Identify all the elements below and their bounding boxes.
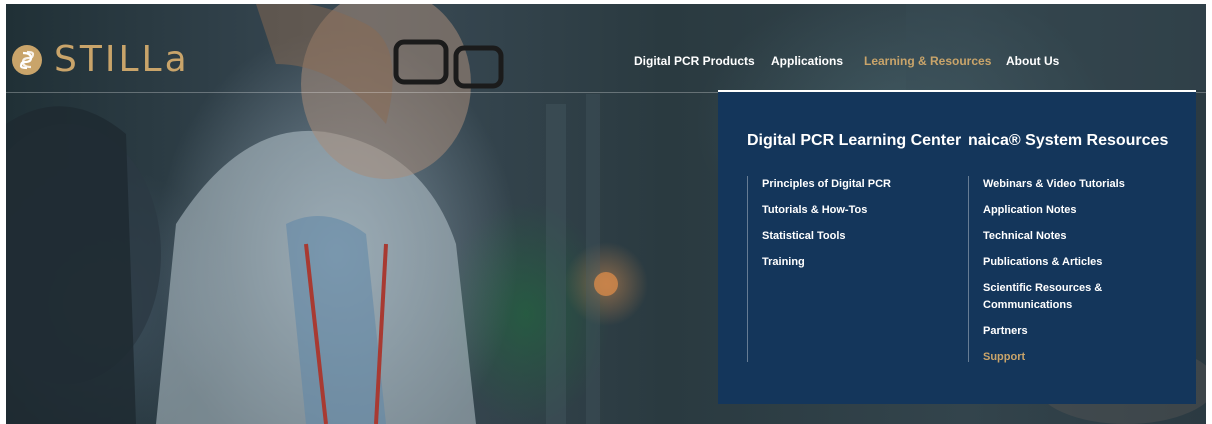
nav-item-about-us[interactable]: About Us <box>1006 54 1059 68</box>
link-statistical-tools[interactable]: Statistical Tools <box>762 228 846 245</box>
nav-item-learning-resources[interactable]: Learning & Resources <box>864 54 991 68</box>
link-application-notes[interactable]: Application Notes <box>983 202 1077 219</box>
learning-center-links: Principles of Digital PCR Tutorials & Ho… <box>747 176 948 362</box>
link-publications-articles[interactable]: Publications & Articles <box>983 254 1102 271</box>
link-scientific-resources[interactable]: Scientific Resources & Communications <box>983 280 1133 314</box>
system-resources-title[interactable]: naica® System Resources <box>968 132 1168 150</box>
nav-item-applications[interactable]: Applications <box>771 54 843 68</box>
link-support[interactable]: Support <box>983 349 1025 366</box>
system-resources-links: Webinars & Video Tutorials Application N… <box>968 176 1179 363</box>
link-webinars-video-tutorials[interactable]: Webinars & Video Tutorials <box>983 176 1125 193</box>
nav-item-digital-pcr-products[interactable]: Digital PCR Products <box>634 54 755 68</box>
hero-background: STILLa Digital PCR Products Applications… <box>6 4 1206 424</box>
brand-name: STILLa <box>54 39 190 80</box>
link-principles-digital-pcr[interactable]: Principles of Digital PCR <box>762 176 891 193</box>
learning-resources-mega-menu: Digital PCR Learning Center naica® Syste… <box>718 90 1196 404</box>
learning-center-title[interactable]: Digital PCR Learning Center <box>747 132 961 150</box>
stilla-logo[interactable]: STILLa <box>12 42 190 78</box>
link-technical-notes[interactable]: Technical Notes <box>983 228 1067 245</box>
link-training[interactable]: Training <box>762 254 805 271</box>
stilla-logo-mark-icon <box>12 45 42 75</box>
link-partners[interactable]: Partners <box>983 323 1028 340</box>
link-tutorials-how-tos[interactable]: Tutorials & How-Tos <box>762 202 867 219</box>
